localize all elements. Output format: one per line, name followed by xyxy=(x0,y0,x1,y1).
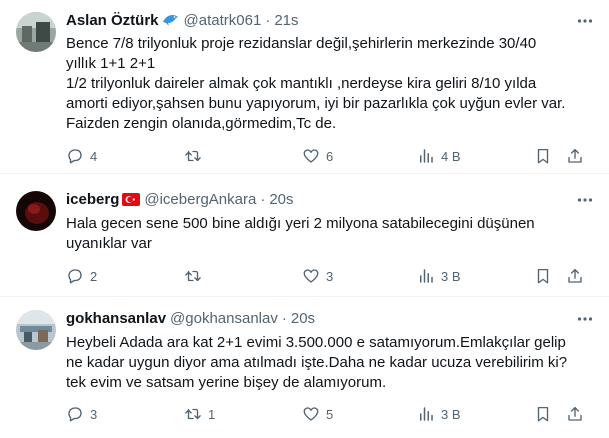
tweet-text: Hala gecen sene 500 bine aldığı yeri 2 m… xyxy=(66,214,596,254)
reply-button[interactable]: 3 xyxy=(66,404,97,424)
repost-button[interactable] xyxy=(184,146,208,166)
views-count: 3 B xyxy=(441,268,461,284)
tweet-text-line: Faizden zengin olanıda,görmedim,Tc de. xyxy=(66,115,337,132)
more-options-icon[interactable] xyxy=(575,190,595,210)
tweet-text-line: uyanıklar var xyxy=(66,235,152,252)
share-button[interactable] xyxy=(566,146,584,166)
bookmark-icon xyxy=(537,148,549,164)
views-chart-icon xyxy=(420,407,433,421)
separator-dot: · xyxy=(281,309,287,327)
dolphin-emoji-icon xyxy=(162,12,180,28)
like-button[interactable]: 3 xyxy=(302,266,333,286)
author-handle[interactable]: @icebergAnkara xyxy=(144,191,256,208)
heart-icon xyxy=(303,269,319,283)
reply-count: 3 xyxy=(90,406,98,422)
tweet-text-line: ne kadar uygun diyor ama atılmadı işte.D… xyxy=(66,354,568,371)
like-count: 6 xyxy=(326,148,334,164)
more-options-icon[interactable] xyxy=(575,309,595,329)
action-bar: 3 1 5 3 B xyxy=(66,404,589,424)
share-button[interactable] xyxy=(566,266,584,286)
turkey-flag-icon xyxy=(122,192,141,206)
views-button[interactable]: 3 B xyxy=(417,404,461,424)
views-count: 3 B xyxy=(441,406,461,422)
views-chart-icon xyxy=(420,269,433,283)
tweet-text-line: yıllık 1+1 2+1 xyxy=(66,55,156,72)
avatar[interactable] xyxy=(16,191,56,231)
share-icon xyxy=(568,406,582,421)
action-bar: 2 3 3 B xyxy=(66,266,589,286)
reply-icon xyxy=(68,149,82,164)
views-button[interactable]: 3 B xyxy=(417,266,461,286)
reply-count: 2 xyxy=(90,268,98,284)
tweet-text: Heybeli Adada ara kat 2+1 evimi 3.500.00… xyxy=(66,333,596,393)
separator-dot: · xyxy=(265,11,271,29)
like-count: 3 xyxy=(326,268,334,284)
tweet-text-line: amorti ediyor,şahsen bunu yapıyorum, iyi… xyxy=(66,95,566,112)
timestamp[interactable]: 20s xyxy=(269,191,293,208)
views-button[interactable]: 4 B xyxy=(417,146,461,166)
tweet-text-line: 1/2 trilyonluk daireler almak çok mantık… xyxy=(66,75,537,92)
tweet-text-line: tek evim ve satsam yerine bişey de alamı… xyxy=(66,374,387,391)
tweet-text-line: Bence 7/8 trilyonluk proje rezidanslar d… xyxy=(66,35,537,52)
reply-button[interactable]: 4 xyxy=(66,146,97,166)
like-button[interactable]: 5 xyxy=(302,404,333,424)
share-button[interactable] xyxy=(566,404,584,424)
more-options-icon[interactable] xyxy=(575,11,595,31)
bookmark-button[interactable] xyxy=(534,404,552,424)
author-name[interactable]: gokhansanlav xyxy=(66,310,166,327)
views-count: 4 B xyxy=(441,148,461,164)
reply-count: 4 xyxy=(90,148,98,164)
repost-icon xyxy=(185,270,201,282)
avatar[interactable] xyxy=(16,310,56,350)
reply-icon xyxy=(68,407,82,422)
reply-icon xyxy=(68,269,82,284)
share-icon xyxy=(568,148,582,163)
author-name[interactable]: iceberg xyxy=(66,191,119,208)
timestamp[interactable]: 20s xyxy=(291,310,315,327)
repost-button[interactable] xyxy=(184,266,208,286)
tweet[interactable]: Aslan Öztürk @atatrk061 · 21s Bence 7/8 … xyxy=(0,0,609,174)
author-handle[interactable]: @gokhansanlav xyxy=(170,310,278,327)
tweet[interactable]: gokhansanlav @gokhansanlav · 20s Heybeli… xyxy=(0,298,609,438)
author-name[interactable]: Aslan Öztürk xyxy=(66,12,159,29)
repost-count: 1 xyxy=(208,406,216,422)
bookmark-icon xyxy=(537,268,549,284)
heart-icon xyxy=(303,149,319,163)
bookmark-icon xyxy=(537,406,549,422)
tweet-text-line: Heybeli Adada ara kat 2+1 evimi 3.500.00… xyxy=(66,334,566,351)
repost-icon xyxy=(185,150,201,162)
repost-icon xyxy=(185,408,201,420)
bookmark-button[interactable] xyxy=(534,146,552,166)
avatar[interactable] xyxy=(16,12,56,52)
tweet[interactable]: iceberg @icebergAnkara · 20s Hala gecen … xyxy=(0,175,609,297)
separator-dot: · xyxy=(260,190,266,208)
like-button[interactable]: 6 xyxy=(302,146,333,166)
share-icon xyxy=(568,268,582,283)
views-chart-icon xyxy=(420,149,433,163)
tweet-text-line: Hala gecen sene 500 bine aldığı yeri 2 m… xyxy=(66,215,535,232)
action-bar: 4 6 4 B xyxy=(66,146,589,166)
tweet-text: Bence 7/8 trilyonluk proje rezidanslar d… xyxy=(66,34,596,134)
repost-button[interactable]: 1 xyxy=(184,404,215,424)
heart-icon xyxy=(303,407,319,421)
reply-button[interactable]: 2 xyxy=(66,266,97,286)
timestamp[interactable]: 21s xyxy=(274,12,298,29)
author-handle[interactable]: @atatrk061 xyxy=(184,12,262,29)
bookmark-button[interactable] xyxy=(534,266,552,286)
like-count: 5 xyxy=(326,406,334,422)
